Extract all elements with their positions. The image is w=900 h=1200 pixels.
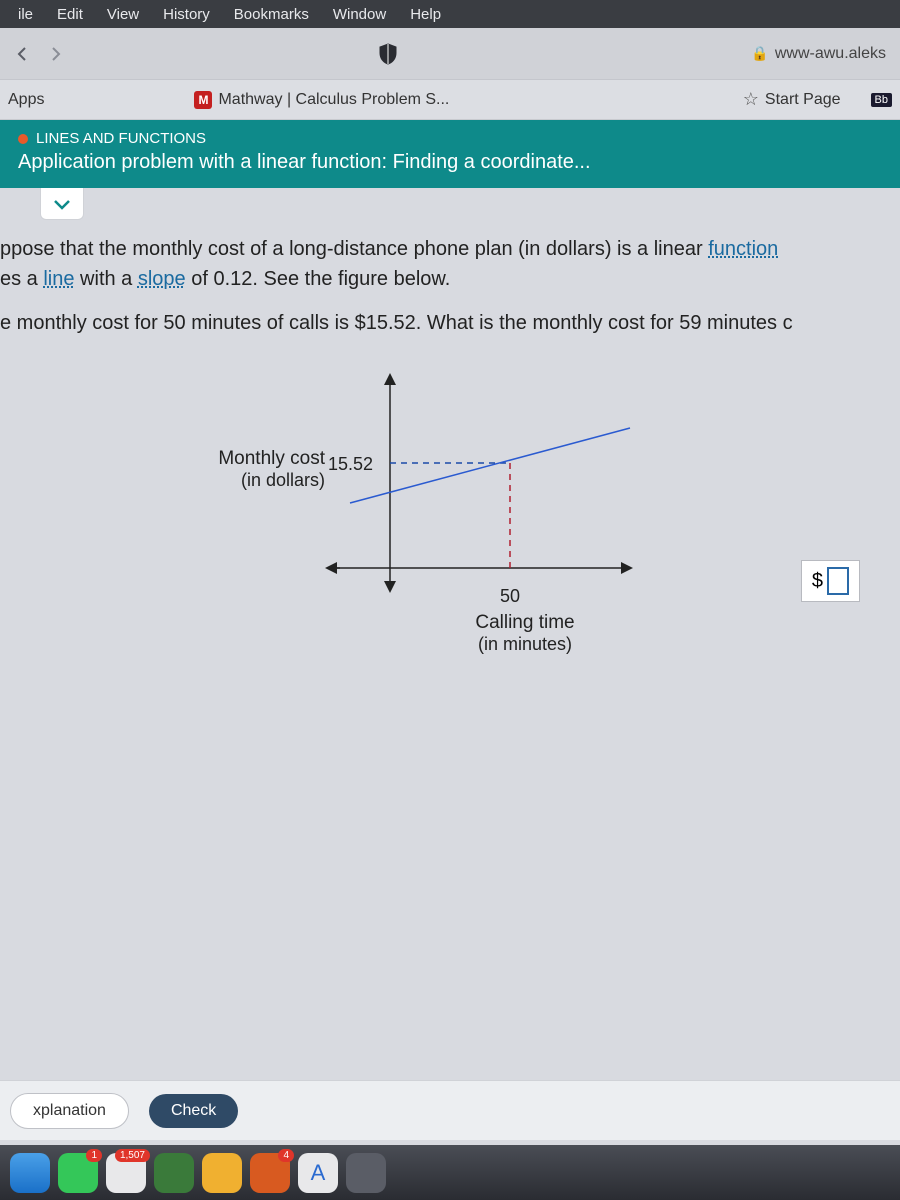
dock-facetime-icon[interactable]	[154, 1153, 194, 1193]
menu-edit[interactable]: Edit	[45, 6, 95, 23]
bookmark-mathway[interactable]: M Mathway | Calculus Problem S...	[194, 91, 449, 109]
bookmark-apps[interactable]: Apps	[8, 91, 44, 109]
aleks-topic: LINES AND FUNCTIONS	[18, 130, 882, 147]
explanation-button[interactable]: xplanation	[10, 1093, 129, 1129]
mathway-icon: M	[194, 91, 212, 109]
menu-file[interactable]: ile	[6, 6, 45, 23]
term-slope[interactable]: slope	[138, 268, 186, 290]
topic-dot-icon	[18, 134, 28, 144]
dock-app1-icon[interactable]: 4	[250, 1153, 290, 1193]
dock-settings-icon[interactable]	[346, 1153, 386, 1193]
url-text: www-awu.aleks	[775, 45, 886, 63]
dock-appstore-icon[interactable]: A	[298, 1153, 338, 1193]
aleks-title: Application problem with a linear functi…	[18, 151, 882, 174]
problem-line2a: es a	[0, 268, 43, 290]
forward-button[interactable]	[44, 42, 68, 66]
menu-help[interactable]: Help	[398, 6, 453, 23]
aleks-header: LINES AND FUNCTIONS Application problem …	[0, 120, 900, 188]
bookmark-mathway-label: Mathway | Calculus Problem S...	[218, 91, 449, 109]
menu-window[interactable]: Window	[321, 6, 398, 23]
bookmarks-bar: Apps M Mathway | Calculus Problem S... ☆…	[0, 80, 900, 120]
x-tick-value: 50	[500, 586, 520, 607]
star-icon: ☆	[743, 89, 759, 110]
bookmark-startpage[interactable]: ☆ Start Page	[743, 89, 841, 110]
dock-notes-icon[interactable]	[202, 1153, 242, 1193]
bookmark-startpage-label: Start Page	[765, 91, 841, 109]
dock-finder-icon[interactable]	[10, 1153, 50, 1193]
term-function[interactable]: function	[708, 238, 778, 260]
y-axis-label: Monthly cost (in dollars)	[150, 448, 325, 492]
menu-history[interactable]: History	[151, 6, 222, 23]
mac-dock: 1 1,507 4 A	[0, 1145, 900, 1200]
problem-line1: ppose that the monthly cost of a long-di…	[0, 238, 708, 260]
bookmark-apps-label: Apps	[8, 91, 44, 109]
back-button[interactable]	[10, 42, 34, 66]
blackboard-icon: Bb	[871, 93, 892, 107]
lock-icon: 🔒	[751, 45, 768, 62]
graph: Monthly cost (in dollars) 15.52 50 Calli…	[150, 368, 750, 688]
browser-toolbar: 🔒 www-awu.aleks	[0, 28, 900, 80]
expand-chevron[interactable]	[40, 188, 84, 220]
mail-badge: 1,507	[115, 1149, 150, 1162]
dock-mail-icon[interactable]: 1,507	[106, 1153, 146, 1193]
x-axis-label: Calling time (in minutes)	[425, 612, 625, 656]
problem-line2b: with a	[75, 268, 138, 290]
mac-menubar: ile Edit View History Bookmarks Window H…	[0, 0, 900, 28]
problem-line3: e monthly cost for 50 minutes of calls i…	[0, 308, 892, 338]
bookmark-bb[interactable]: Bb	[871, 93, 892, 107]
answer-box: $	[801, 560, 860, 602]
bottom-bar: xplanation Check	[0, 1080, 900, 1140]
graph-svg	[310, 368, 650, 598]
menu-bookmarks[interactable]: Bookmarks	[222, 6, 321, 23]
menu-view[interactable]: View	[95, 6, 151, 23]
dock-messages-icon[interactable]: 1	[58, 1153, 98, 1193]
check-button[interactable]: Check	[149, 1094, 238, 1128]
problem-line2c: of 0.12. See the figure below.	[186, 268, 451, 290]
problem-text: ppose that the monthly cost of a long-di…	[0, 220, 900, 338]
privacy-shield-icon[interactable]	[378, 43, 400, 65]
aleks-topic-label: LINES AND FUNCTIONS	[36, 130, 206, 147]
dollar-prefix: $	[812, 570, 823, 593]
answer-input[interactable]	[827, 567, 849, 595]
term-line[interactable]: line	[43, 268, 74, 290]
url-bar[interactable]: 🔒 www-awu.aleks	[751, 45, 890, 63]
